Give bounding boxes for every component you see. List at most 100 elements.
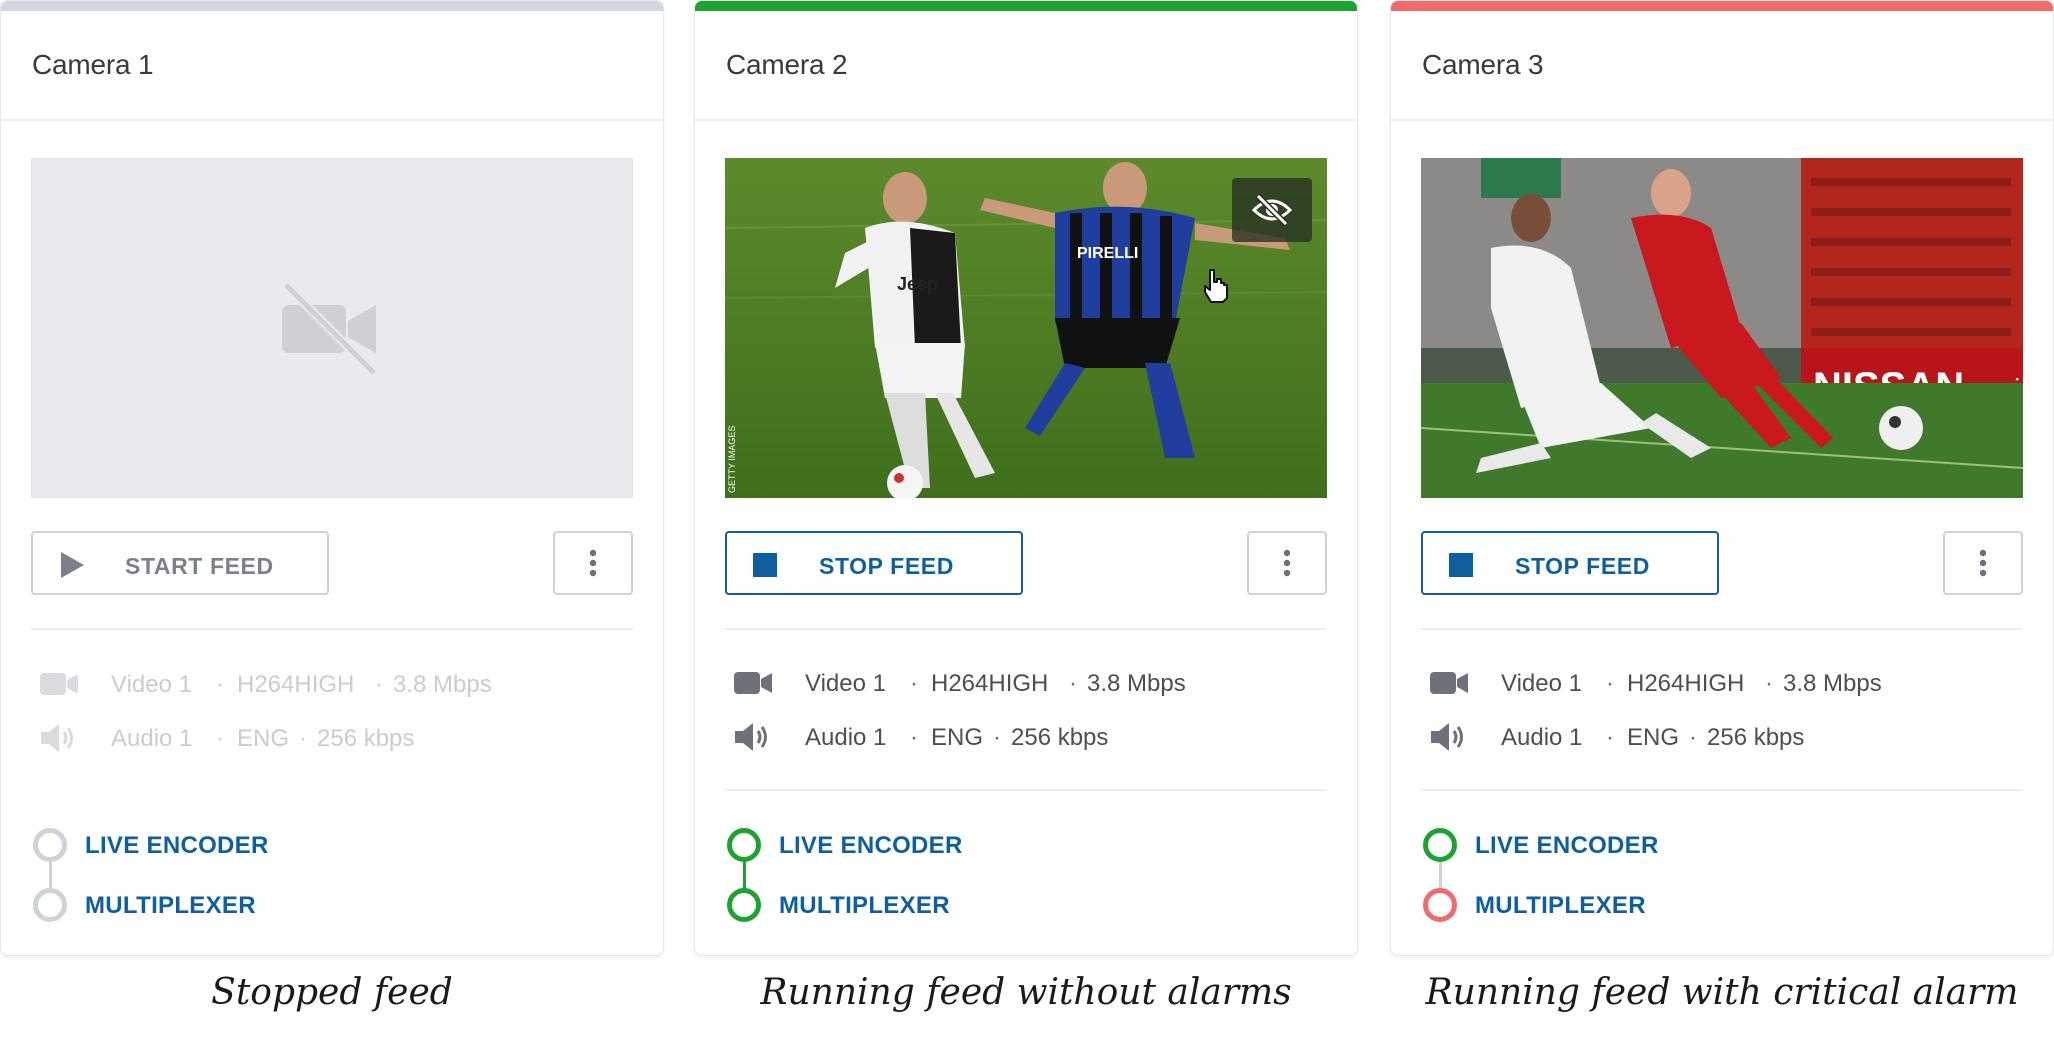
status-ring [33, 888, 67, 922]
more-vertical-icon [1979, 549, 1987, 577]
audio-stream-name: Audio 1 [805, 724, 887, 751]
pipeline-node-live-encoder[interactable]: LIVE ENCODER [1423, 827, 1823, 863]
stop-icon [753, 553, 777, 577]
stop-icon [1449, 553, 1473, 577]
pipeline-connector [1439, 861, 1442, 889]
separator-dot: · [216, 725, 224, 752]
audio-bitrate: 256 kbps [1011, 724, 1109, 751]
video-preview-placeholder [31, 158, 633, 498]
node-label: LIVE ENCODER [85, 832, 269, 859]
audio-stream-row: Audio 1 · ENG · 256 kbps [1421, 718, 2023, 758]
camera-title: Camera 2 [726, 49, 848, 80]
card-header: Camera 2 [695, 11, 1357, 121]
status-bar [1391, 1, 2053, 11]
video-bitrate: 3.8 Mbps [393, 671, 492, 698]
video-stream-row: Video 1 · H264HIGH · 3.8 Mbps [1421, 664, 2023, 704]
pipeline-node-live-encoder[interactable]: LIVE ENCODER [727, 827, 1127, 863]
video-codec: H264HIGH [1627, 670, 1745, 697]
video-camera-icon [1430, 672, 1468, 694]
status-bar [1, 1, 663, 11]
speaker-icon [41, 724, 73, 752]
photo-credit: GETTY IMAGES [727, 426, 737, 493]
video-codec: H264HIGH [931, 670, 1049, 697]
live-video-frame: NISSAN pepsi [1421, 158, 2023, 498]
hand-cursor-icon [1204, 269, 1228, 303]
status-ring [1423, 888, 1457, 922]
pipeline-node-live-encoder[interactable]: LIVE ENCODER [33, 827, 433, 863]
jersey-sponsor-text: Jeep [897, 274, 938, 294]
separator-dot: · [216, 671, 224, 698]
status-ring [1423, 828, 1457, 862]
video-bitrate: 3.8 Mbps [1087, 670, 1186, 697]
audio-stream-row: Audio 1 · ENG · 256 kbps [31, 719, 633, 759]
divider [725, 628, 1327, 630]
feed-button-label: STOP FEED [1515, 553, 1650, 579]
more-vertical-icon [589, 549, 597, 577]
eye-off-icon [1252, 194, 1292, 226]
separator-dot: · [375, 671, 383, 698]
node-label: MULTIPLEXER [85, 892, 256, 919]
pipeline-status: LIVE ENCODER MULTIPLEXER [1423, 827, 1823, 937]
camera-title: Camera 3 [1422, 49, 1544, 80]
node-label: LIVE ENCODER [779, 832, 963, 859]
divider [31, 628, 633, 630]
audio-bitrate: 256 kbps [317, 725, 415, 752]
start-feed-button[interactable]: START FEED [31, 531, 329, 595]
caption-stopped: Stopped feed [211, 972, 453, 1013]
separator-dot: · [1606, 724, 1614, 751]
pipeline-status: LIVE ENCODER MULTIPLEXER [33, 827, 433, 937]
video-preview[interactable]: NISSAN pepsi [1421, 158, 2023, 498]
more-vertical-icon [1283, 549, 1291, 577]
play-icon [61, 552, 84, 578]
separator-dot: · [1689, 724, 1697, 751]
more-options-button[interactable] [553, 531, 633, 595]
separator-dot: · [993, 724, 1001, 751]
pipeline-connector [743, 861, 746, 889]
more-options-button[interactable] [1247, 531, 1327, 595]
stop-feed-button[interactable]: STOP FEED [1421, 531, 1719, 595]
audio-stream-name: Audio 1 [111, 725, 193, 752]
pipeline-node-multiplexer[interactable]: MULTIPLEXER [727, 887, 1127, 923]
stop-feed-button[interactable]: STOP FEED [725, 531, 1023, 595]
node-label: MULTIPLEXER [1475, 892, 1646, 919]
video-stream-row: Video 1 · H264HIGH · 3.8 Mbps [725, 664, 1327, 704]
video-off-icon [282, 281, 378, 377]
video-camera-icon [734, 672, 772, 694]
caption-running: Running feed without alarms [760, 972, 1292, 1013]
separator-dot: · [1606, 670, 1614, 697]
video-bitrate: 3.8 Mbps [1783, 670, 1882, 697]
pipeline-node-multiplexer[interactable]: MULTIPLEXER [1423, 887, 1823, 923]
audio-stream-row: Audio 1 · ENG · 256 kbps [725, 718, 1327, 758]
audio-stream-name: Audio 1 [1501, 724, 1583, 751]
hide-preview-button[interactable] [1232, 178, 1312, 242]
speaker-icon [1431, 723, 1463, 751]
audio-language: ENG [237, 725, 290, 752]
more-options-button[interactable] [1943, 531, 2023, 595]
jersey-sponsor-text: PIRELLI [1077, 245, 1138, 262]
caption-critical-alarm: Running feed with critical alarm [1425, 972, 2019, 1013]
video-preview[interactable]: Jeep PIRELLI GETTY IMAGES [725, 158, 1327, 498]
video-codec: H264HIGH [237, 671, 355, 698]
divider [1421, 628, 2023, 630]
pipeline-node-multiplexer[interactable]: MULTIPLEXER [33, 887, 433, 923]
audio-language: ENG [931, 724, 984, 751]
status-ring [33, 828, 67, 862]
audio-language: ENG [1627, 724, 1680, 751]
card-header: Camera 1 [1, 11, 663, 121]
video-camera-icon [40, 673, 78, 695]
card-header: Camera 3 [1391, 11, 2053, 121]
camera-card-2: Camera 2 Jeep PIRELLI GETTY IMAGES STOP … [694, 0, 1358, 956]
separator-dot: · [910, 670, 918, 697]
video-stream-name: Video 1 [1501, 670, 1582, 697]
divider [725, 789, 1327, 791]
node-label: MULTIPLEXER [779, 892, 950, 919]
divider [1421, 789, 2023, 791]
feed-button-label: START FEED [125, 553, 274, 579]
camera-title: Camera 1 [32, 49, 154, 80]
video-stream-row: Video 1 · H264HIGH · 3.8 Mbps [31, 665, 633, 705]
camera-card-3: Camera 3 NISSAN pepsi [1390, 0, 2054, 956]
feed-button-label: STOP FEED [819, 553, 954, 579]
pipeline-status: LIVE ENCODER MULTIPLEXER [727, 827, 1127, 937]
status-ring [727, 888, 761, 922]
separator-dot: · [299, 725, 307, 752]
